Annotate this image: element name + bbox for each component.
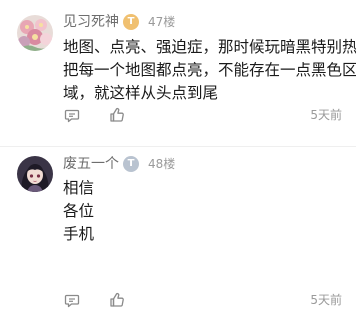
username[interactable]: 见习死神 bbox=[63, 14, 119, 30]
anime-character-avatar-icon bbox=[17, 156, 53, 192]
comment-text-line: 相信 bbox=[63, 179, 95, 197]
comment-icon[interactable] bbox=[64, 107, 80, 123]
comment-text-line: 各位 bbox=[63, 202, 95, 220]
comment-item: 废五一个 T 48楼 相信 各位 手机 5天前 bbox=[0, 146, 356, 319]
comment-text-line: 域，就这样从头点到尾 bbox=[63, 84, 219, 102]
comment-text-line: 把每一个地图都点亮，不能存在一点黑色区 bbox=[63, 61, 356, 79]
flower-avatar-icon bbox=[17, 15, 53, 51]
timestamp: 5天前 bbox=[310, 293, 342, 307]
level-badge: T bbox=[123, 156, 139, 172]
timestamp: 5天前 bbox=[310, 108, 342, 122]
comment-text-line: 手机 bbox=[63, 225, 95, 243]
thumbs-up-icon[interactable] bbox=[109, 107, 125, 123]
avatar[interactable] bbox=[17, 156, 53, 192]
comment-text-line: 地图、点亮、强迫症，那时候玩暗黑特别热衷 bbox=[63, 38, 356, 56]
floor-number: 47楼 bbox=[148, 15, 176, 29]
thumbs-up-icon[interactable] bbox=[109, 292, 125, 308]
floor-number: 48楼 bbox=[148, 157, 176, 171]
avatar[interactable] bbox=[17, 15, 53, 51]
comment-icon[interactable] bbox=[64, 292, 80, 308]
comment-item: 见习死神 T 47楼 地图、点亮、强迫症，那时候玩暗黑特别热衷 把每一个地图都点… bbox=[0, 0, 356, 146]
level-badge: T bbox=[123, 14, 139, 30]
username[interactable]: 废五一个 bbox=[63, 156, 119, 172]
